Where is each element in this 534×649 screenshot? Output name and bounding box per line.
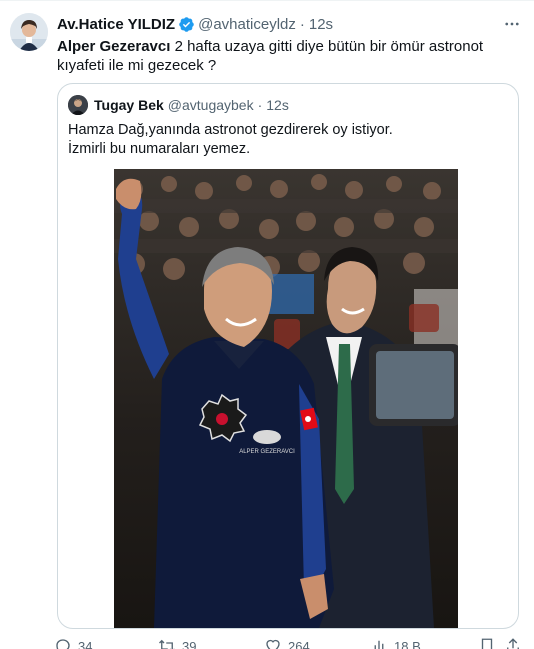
author-handle[interactable]: @avhaticeyldz [198,16,296,33]
reply-icon [56,639,70,649]
author-name[interactable]: Av.Hatice YILDIZ [57,16,175,33]
photo-name-patch: ALPER GEZERAVCI [239,449,295,455]
tweet-header: Av.Hatice YILDIZ @avhaticeyldz · 12s [57,14,333,34]
reply-button[interactable]: 34 [54,637,92,649]
quoted-text-line-1: Hamza Dağ,yanında astronot gezdirerek oy… [68,122,393,138]
tweet-time[interactable]: 12s [309,16,333,33]
quoted-text: Hamza Dağ,yanında astronot gezdirerek oy… [68,121,508,159]
like-button[interactable]: 264 [264,637,310,649]
author-avatar[interactable] [10,13,48,51]
views-count: 18 B [394,638,421,649]
tweet-actions: 34 39 264 18 B [54,637,524,649]
retweet-icon [159,639,175,649]
views-chart-icon [374,640,384,649]
quoted-time: 12s [266,97,289,113]
quoted-text-line-2: İzmirli bu numaraları yemez. [68,141,251,157]
quoted-author-handle: @avtugaybek [167,97,254,113]
views-button[interactable]: 18 B [370,637,421,649]
quoted-tweet[interactable]: Tugay Bek @avtugaybek · 12s Hamza Dağ,ya… [57,83,519,629]
bookmark-icon [481,638,493,649]
separator-dot: · [299,15,305,33]
quoted-author-name: Tugay Bek [94,97,164,113]
share-button[interactable] [504,637,528,649]
verified-badge-icon [179,16,194,32]
tweet[interactable]: Av.Hatice YILDIZ @avhaticeyldz · 12s Alp… [0,0,534,649]
reply-count: 34 [78,638,93,649]
quoted-author-avatar [68,95,88,115]
share-icon [507,638,519,649]
quoted-separator-dot: · [257,97,263,113]
like-count: 264 [288,638,310,649]
retweet-button[interactable]: 39 [158,637,196,649]
bookmark-button[interactable] [478,637,502,649]
retweet-count: 39 [182,638,197,649]
quoted-header: Tugay Bek @avtugaybek · 12s [68,95,289,115]
heart-icon [266,639,280,649]
more-options-icon[interactable] [503,15,521,33]
tweet-text: Alper Gezeravcı 2 hafta uzaya gitti diye… [57,37,517,75]
tweet-mention: Alper Gezeravcı [57,38,171,55]
quoted-photo[interactable]: ALPER GEZERAVCI [114,169,458,628]
